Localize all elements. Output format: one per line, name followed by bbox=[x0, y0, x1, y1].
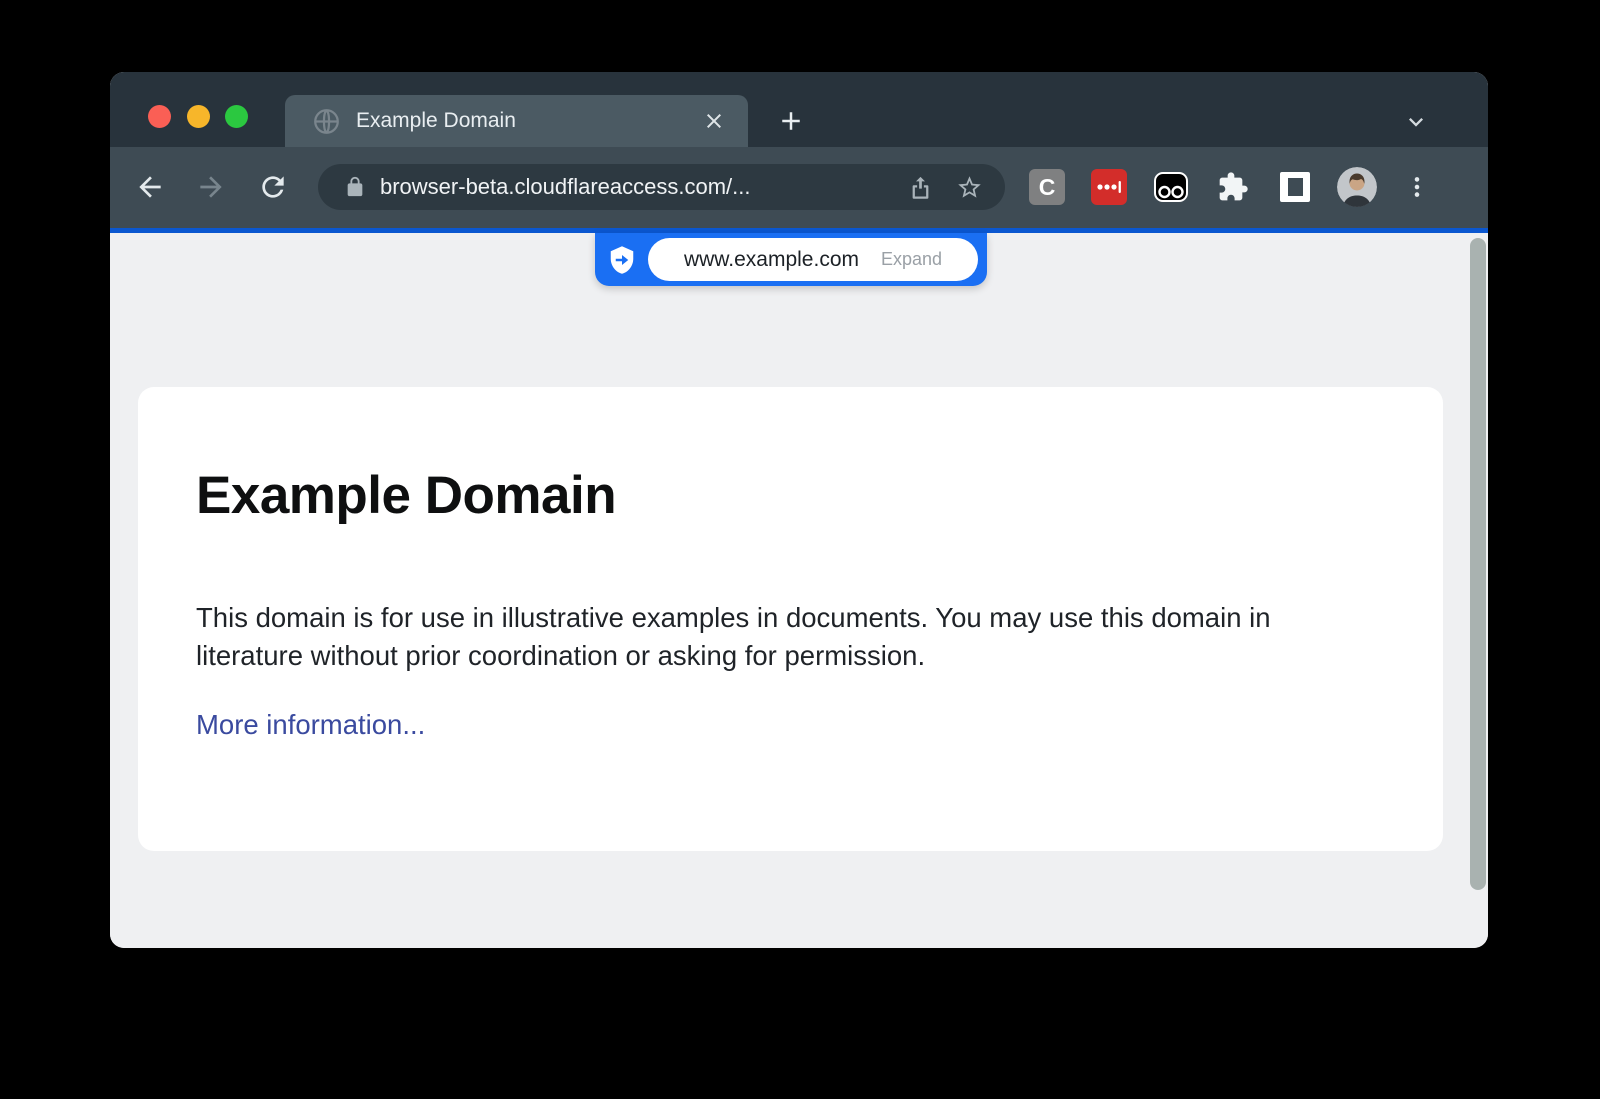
isolated-domain-pill[interactable]: www.example.com Expand bbox=[648, 238, 978, 281]
page-heading: Example Domain bbox=[196, 465, 616, 526]
page-content: www.example.com Expand Example Domain Th… bbox=[110, 233, 1488, 948]
tab-example-domain[interactable]: Example Domain bbox=[285, 95, 748, 147]
minimize-window-button[interactable] bbox=[187, 105, 210, 128]
reload-button[interactable] bbox=[257, 171, 289, 203]
extension-c-icon[interactable]: C bbox=[1029, 169, 1065, 205]
isolated-domain-text: www.example.com bbox=[684, 248, 859, 272]
frame-glyph bbox=[1280, 172, 1310, 202]
browser-menu-icon[interactable] bbox=[1404, 172, 1430, 202]
more-information-link[interactable]: More information... bbox=[196, 709, 425, 741]
back-button[interactable] bbox=[134, 171, 166, 203]
profile-avatar[interactable] bbox=[1337, 167, 1377, 207]
example-domain-card: Example Domain This domain is for use in… bbox=[138, 387, 1443, 851]
tab-strip: Example Domain bbox=[110, 72, 1488, 147]
tab-title: Example Domain bbox=[356, 109, 702, 133]
forward-button[interactable] bbox=[195, 171, 227, 203]
bookmark-star-icon[interactable] bbox=[956, 174, 983, 201]
close-tab-icon[interactable] bbox=[702, 109, 726, 133]
new-tab-button[interactable] bbox=[776, 106, 806, 136]
globe-icon bbox=[313, 108, 340, 135]
page-paragraph: This domain is for use in illustrative e… bbox=[196, 599, 1356, 675]
lastpass-extension-icon[interactable] bbox=[1091, 169, 1127, 205]
expand-button[interactable]: Expand bbox=[881, 249, 942, 270]
lastpass-dots-icon bbox=[1094, 172, 1124, 202]
toolbar: browser-beta.cloudflareaccess.com/... C bbox=[110, 147, 1488, 228]
url-bar[interactable]: browser-beta.cloudflareaccess.com/... bbox=[318, 164, 1005, 210]
extensions-puzzle-icon[interactable] bbox=[1215, 169, 1251, 205]
url-text: browser-beta.cloudflareaccess.com/... bbox=[380, 174, 907, 200]
goggles-extension-icon[interactable] bbox=[1153, 169, 1189, 205]
page-scrollbar[interactable] bbox=[1470, 238, 1486, 890]
isolation-badge[interactable]: www.example.com Expand bbox=[595, 233, 987, 286]
chevron-down-icon[interactable] bbox=[1402, 108, 1430, 136]
side-panel-icon[interactable] bbox=[1277, 169, 1313, 205]
shield-arrow-icon bbox=[607, 245, 637, 275]
browser-window: Example Domain browser-beta.cloudflareac bbox=[110, 72, 1488, 948]
maximize-window-button[interactable] bbox=[225, 105, 248, 128]
lock-icon bbox=[344, 176, 366, 198]
close-window-button[interactable] bbox=[148, 105, 171, 128]
share-icon[interactable] bbox=[907, 174, 934, 201]
